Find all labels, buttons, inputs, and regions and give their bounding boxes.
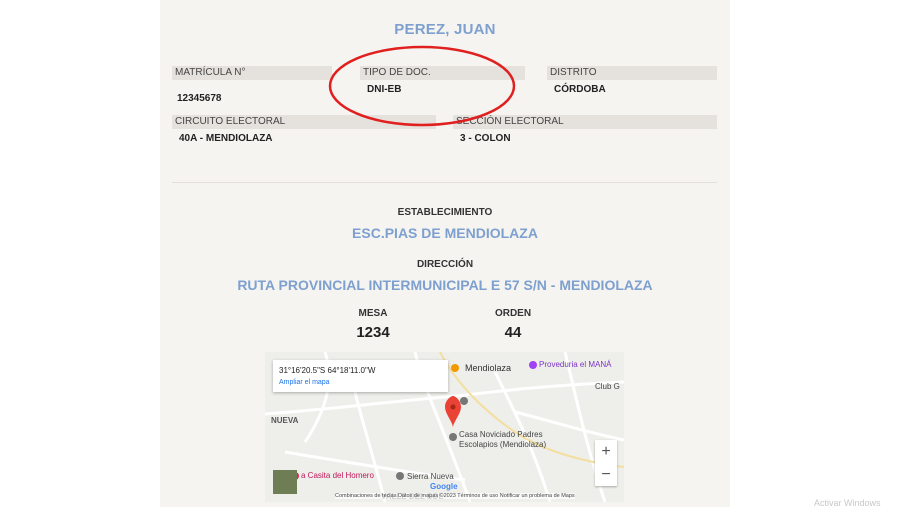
tipo-doc-value: DNI-EB [367,84,402,95]
google-logo: Google [430,482,458,491]
map-label-proveeduria: Proveduria el MANÁ [539,360,612,369]
map-zoom-control: + − [595,440,617,486]
circuito-label: CIRCUITO ELECTORAL [172,115,436,129]
zoom-in-button[interactable]: + [595,440,617,463]
matricula-label: MATRÍCULA N° [172,66,332,80]
distrito-value: CÓRDOBA [554,84,606,95]
map-info-card: 31°16'20.5"S 64°18'11.0"W Ampliar el map… [273,360,448,392]
section-divider [172,182,717,183]
mesa-label: MESA [358,308,388,319]
orden-label: ORDEN [494,308,532,319]
embedded-map[interactable]: 31°16'20.5"S 64°18'11.0"W Ampliar el map… [265,352,624,502]
zoom-out-button[interactable]: − [595,463,617,486]
map-label-nueva: NUEVA [271,416,299,425]
circuito-value: 40A - MENDIOLAZA [179,133,273,144]
establecimiento-value: ESC.PIAS DE MENDIOLAZA [352,225,538,241]
map-label-mendiolaza: Mendiolaza [465,363,512,373]
map-label-casa-2: Escolapios (Mendiolaza) [459,440,547,449]
map-attribution[interactable]: Combinaciones de teclas Datos de mapas ©… [335,493,575,499]
voter-info-panel: PEREZ, JUAN MATRÍCULA N° 12345678 TIPO D… [160,0,730,507]
direccion-value: RUTA PROVINCIAL INTERMUNICIPAL E 57 S/N … [237,277,653,293]
tipo-doc-label: TIPO DE DOC. [360,66,525,80]
direccion-label: DIRECCIÓN [416,259,474,270]
voter-name: PEREZ, JUAN [394,21,496,38]
map-label-casita: a Casita del Homero [301,471,374,480]
map-label-casa-1: Casa Noviciado Padres [459,430,543,439]
mesa-value: 1234 [356,324,390,341]
orden-value: 44 [504,324,522,341]
distrito-label: DISTRITO [547,66,717,80]
location-pin-icon [445,396,461,428]
establecimiento-label: ESTABLECIMIENTO [397,207,493,218]
map-label-sierra: Sierra Nueva [407,472,454,481]
seccion-value: 3 - COLON [460,133,511,144]
map-coords: 31°16'20.5"S 64°18'11.0"W [279,366,376,375]
matricula-value: 12345678 [177,93,222,104]
seccion-label: SECCIÓN ELECTORAL [453,115,717,129]
expand-map-link[interactable]: Ampliar el mapa [279,379,330,386]
map-label-club: Club G [595,382,620,391]
